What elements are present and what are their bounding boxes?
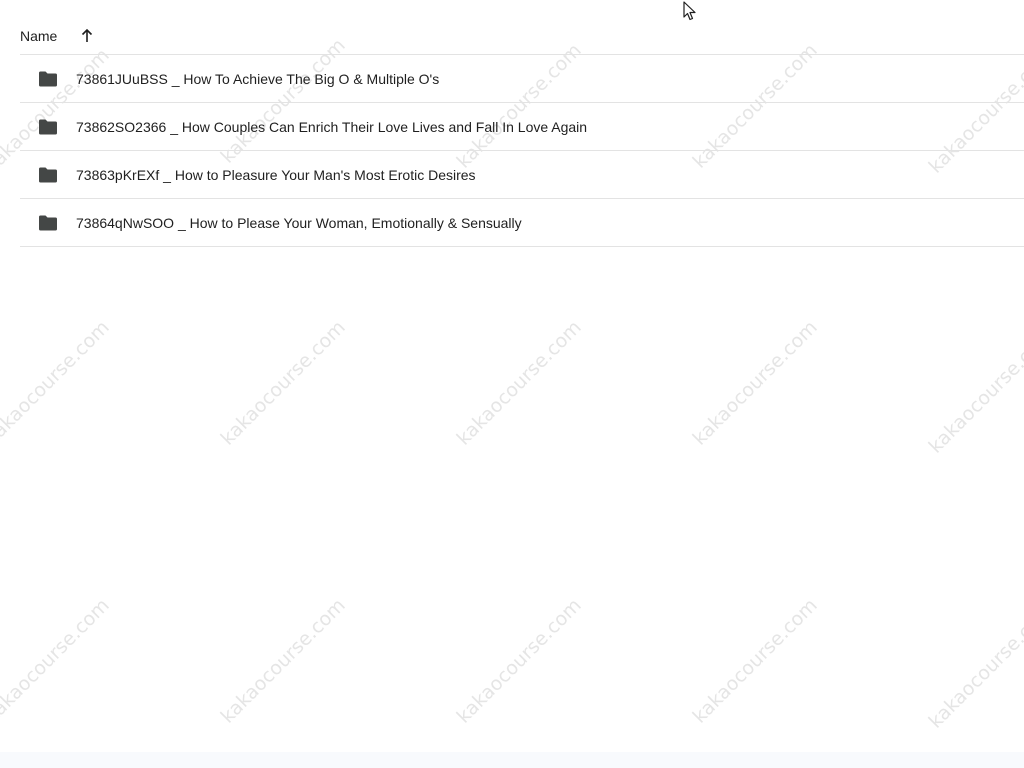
- watermark: kakaocourse.com: [924, 324, 1024, 458]
- folder-name: 73864qNwSOO _ How to Please Your Woman, …: [76, 214, 522, 231]
- folder-icon: [38, 213, 58, 233]
- list-header: Name: [20, 18, 1024, 55]
- arrow-up-icon[interactable]: [75, 24, 99, 48]
- bottom-strip: [0, 752, 1024, 768]
- sort-by-name-button[interactable]: Name: [20, 19, 99, 53]
- folder-row[interactable]: 73863pKrEXf _ How to Pleasure Your Man's…: [20, 151, 1024, 199]
- folder-name: 73862SO2366 _ How Couples Can Enrich The…: [76, 118, 588, 135]
- folder-row[interactable]: 73862SO2366 _ How Couples Can Enrich The…: [20, 103, 1024, 151]
- folder-icon: [38, 165, 58, 185]
- folder-list: 73861JUuBSS _ How To Achieve The Big O &…: [20, 55, 1024, 247]
- file-list-page: kakaocourse.com kakaocourse.com kakaocou…: [0, 0, 1024, 768]
- watermark: kakaocourse.com: [688, 316, 822, 450]
- folder-icon: [38, 117, 58, 137]
- folder-row[interactable]: 73864qNwSOO _ How to Please Your Woman, …: [20, 199, 1024, 247]
- watermark: kakaocourse.com: [0, 316, 114, 450]
- folder-icon: [38, 69, 58, 89]
- watermark: kakaocourse.com: [216, 316, 350, 450]
- watermark: kakaocourse.com: [216, 594, 350, 728]
- folder-row[interactable]: 73861JUuBSS _ How To Achieve The Big O &…: [20, 55, 1024, 103]
- watermark: kakaocourse.com: [924, 599, 1024, 733]
- name-column-label: Name: [20, 28, 58, 44]
- mouse-pointer-icon: [683, 1, 697, 21]
- folder-name: 73863pKrEXf _ How to Pleasure Your Man's…: [76, 166, 476, 183]
- watermark: kakaocourse.com: [452, 594, 586, 728]
- watermark: kakaocourse.com: [452, 316, 586, 450]
- watermark: kakaocourse.com: [0, 594, 114, 728]
- folder-name: 73861JUuBSS _ How To Achieve The Big O &…: [76, 70, 440, 87]
- watermark: kakaocourse.com: [688, 594, 822, 728]
